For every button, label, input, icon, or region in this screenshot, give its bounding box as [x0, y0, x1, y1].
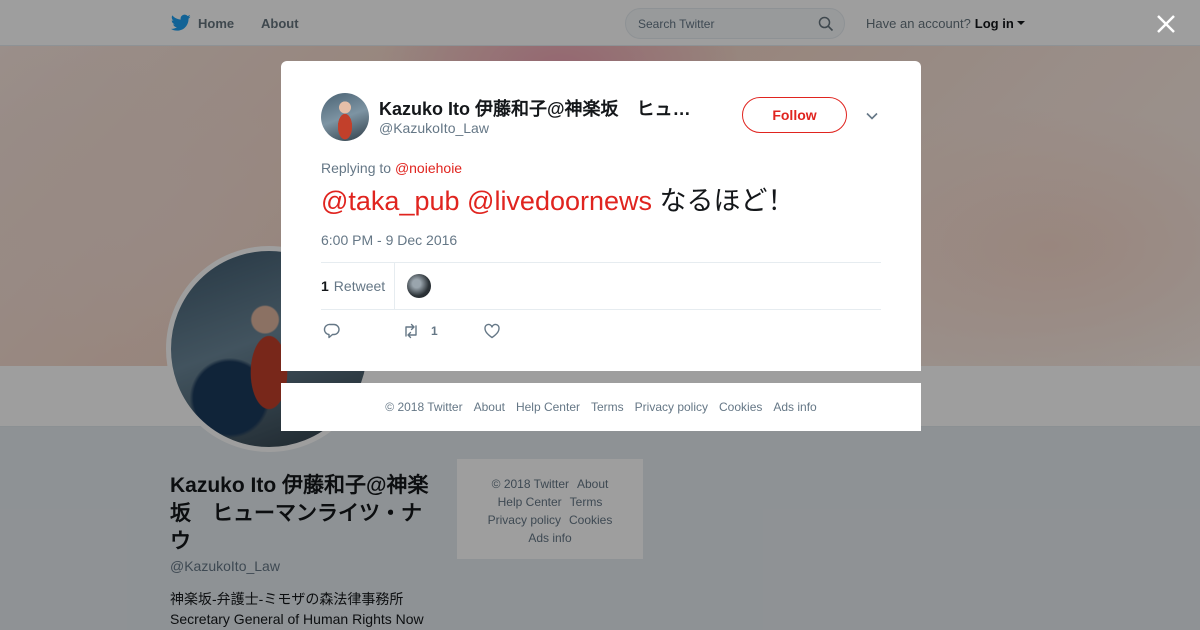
author-avatar[interactable]	[321, 93, 369, 141]
replying-to: Replying to @noiehoie	[321, 160, 462, 176]
like-button[interactable]	[483, 321, 501, 341]
close-icon[interactable]	[1154, 12, 1178, 36]
retweet-label: Retweet	[333, 278, 386, 294]
retweet-icon	[405, 323, 417, 339]
author-handle[interactable]: @KazukoIto_Law	[379, 120, 489, 136]
tweet-body: なるほど！	[659, 186, 795, 216]
mention-link[interactable]: @livedoornews	[467, 186, 652, 216]
chevron-down-icon[interactable]	[864, 108, 880, 124]
footer-cookies-link[interactable]: Cookies	[719, 400, 762, 414]
retweet-action-count: 1	[431, 324, 438, 338]
tweet-actions: 1	[321, 321, 881, 341]
footer-copyright: © 2018 Twitter	[385, 400, 463, 414]
mention-link[interactable]: @taka_pub	[321, 186, 460, 216]
retweet-count: 1	[321, 278, 329, 294]
heart-icon	[484, 323, 500, 339]
retweet-stat[interactable]: 1 Retweet	[321, 263, 395, 309]
reply-button[interactable]	[323, 321, 341, 341]
retweet-button[interactable]: 1	[402, 321, 438, 341]
tweet-timestamp: 6:00 PM - 9 Dec 2016	[321, 232, 458, 248]
tweet-stats: 1 Retweet	[321, 262, 881, 310]
footer-privacy-link[interactable]: Privacy policy	[635, 400, 708, 414]
modal-footer: © 2018 Twitter About Help Center Terms P…	[281, 383, 921, 431]
footer-terms-link[interactable]: Terms	[591, 400, 624, 414]
retweeter-avatar[interactable]	[407, 274, 431, 298]
tweet-text: @taka_pub @livedoornews なるほど！	[321, 184, 795, 218]
footer-help-link[interactable]: Help Center	[516, 400, 580, 414]
reply-icon	[323, 323, 340, 339]
author-name[interactable]: Kazuko Ito 伊藤和子@神楽坂 ヒューマンライツ・ナウ	[379, 95, 699, 121]
replying-prefix: Replying to	[321, 160, 392, 176]
tweet-permalink-modal: Kazuko Ito 伊藤和子@神楽坂 ヒューマンライツ・ナウ @KazukoI…	[281, 61, 921, 371]
follow-button[interactable]: Follow	[742, 97, 847, 133]
replying-to-link[interactable]: @noiehoie	[395, 160, 462, 176]
footer-about-link[interactable]: About	[474, 400, 505, 414]
footer-ads-link[interactable]: Ads info	[773, 400, 816, 414]
